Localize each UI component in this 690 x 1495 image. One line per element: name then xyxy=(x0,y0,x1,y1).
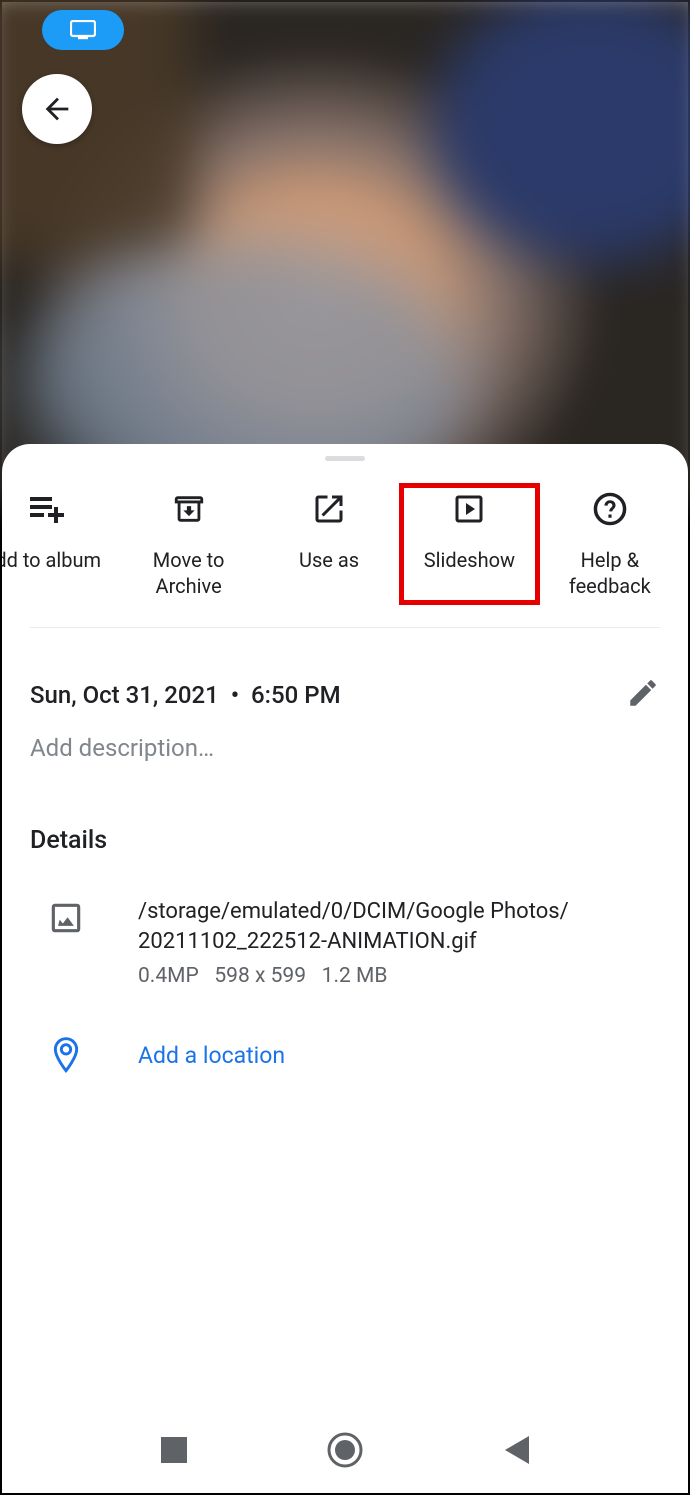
help-feedback-action[interactable]: Help & feedback xyxy=(540,483,680,605)
pencil-icon xyxy=(626,676,660,710)
edit-datetime-button[interactable] xyxy=(626,676,660,714)
highlight-annotation xyxy=(399,483,539,605)
info-bottom-sheet: dd to album Move to Archive Use as xyxy=(2,444,688,1493)
playlist-add-icon xyxy=(28,493,68,525)
action-label: Help & feedback xyxy=(544,547,676,599)
description-input[interactable]: Add description… xyxy=(2,714,688,762)
help-icon xyxy=(591,490,629,528)
image-icon xyxy=(47,899,85,937)
arrow-back-icon xyxy=(40,92,74,126)
action-label: dd to album xyxy=(2,547,101,573)
details-heading: Details xyxy=(2,762,688,855)
android-nav-bar xyxy=(2,1411,688,1493)
cast-status-pill xyxy=(42,10,124,50)
cast-icon xyxy=(70,20,96,40)
action-label: Use as xyxy=(299,547,359,573)
move-to-archive-action[interactable]: Move to Archive xyxy=(118,483,258,605)
nav-back-button[interactable] xyxy=(503,1436,529,1468)
datetime-row: Sun, Oct 31, 2021 • 6:50 PM xyxy=(2,628,688,714)
location-pin-icon xyxy=(50,1036,82,1076)
photo-datetime: Sun, Oct 31, 2021 • 6:50 PM xyxy=(30,681,341,709)
archive-icon xyxy=(171,492,207,526)
file-detail-row: /storage/emulated/0/DCIM/Google Photos/ … xyxy=(2,855,688,988)
sheet-drag-handle[interactable] xyxy=(325,456,365,461)
location-row[interactable]: Add a location xyxy=(2,988,688,1076)
file-path: /storage/emulated/0/DCIM/Google Photos/ … xyxy=(138,897,660,956)
add-location-link[interactable]: Add a location xyxy=(138,1042,660,1069)
photo-preview[interactable] xyxy=(0,0,690,507)
file-meta: 0.4MP598 x 5991.2 MB xyxy=(138,964,660,988)
nav-home-button[interactable] xyxy=(326,1431,364,1473)
nav-recents-button[interactable] xyxy=(161,1437,187,1467)
back-button[interactable] xyxy=(22,74,92,144)
use-as-action[interactable]: Use as xyxy=(259,483,399,605)
slideshow-action[interactable]: Slideshow xyxy=(399,483,539,605)
action-label: Move to Archive xyxy=(122,547,254,599)
actions-row: dd to album Move to Archive Use as xyxy=(30,465,660,628)
add-to-album-action[interactable]: dd to album xyxy=(2,483,118,605)
open-external-icon xyxy=(311,491,347,527)
